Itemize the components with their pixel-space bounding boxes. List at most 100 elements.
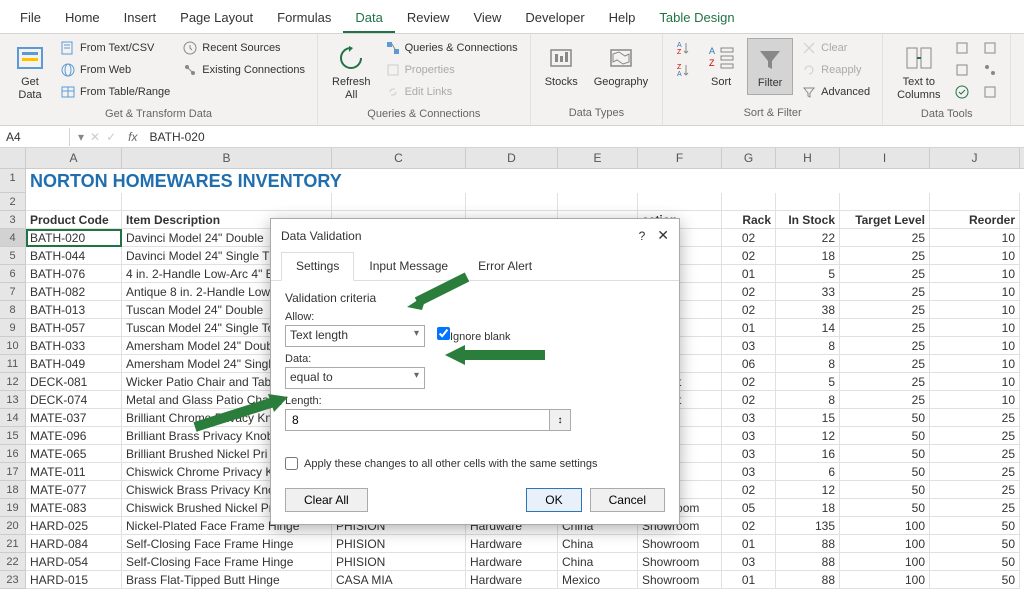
stocks-button[interactable]: Stocks [539,38,584,93]
close-icon[interactable]: ✕ [657,227,669,244]
cell[interactable]: 25 [840,265,930,283]
cell[interactable]: 25 [840,355,930,373]
cell[interactable]: Mexico [558,571,638,589]
tab-review[interactable]: Review [395,4,462,33]
cell[interactable] [638,193,722,211]
cell[interactable]: 03 [722,445,776,463]
sort-button[interactable]: AZ Sort [699,38,743,93]
column-header-cell[interactable]: Reorder [930,211,1020,229]
cell[interactable]: 22 [776,229,840,247]
cell[interactable]: 25 [930,481,1020,499]
cell[interactable]: 02 [722,247,776,265]
cell[interactable]: 25 [840,391,930,409]
cell[interactable]: Self-Closing Face Frame Hinge [122,553,332,571]
cell[interactable]: 50 [930,553,1020,571]
cancel-button[interactable]: Cancel [590,488,665,512]
cell[interactable]: PHISION [332,535,466,553]
cell[interactable]: 25 [840,283,930,301]
col-header-B[interactable]: B [122,148,332,168]
cell[interactable] [332,193,466,211]
cell[interactable]: Showroom [638,571,722,589]
cell[interactable]: 10 [930,229,1020,247]
cell[interactable]: 25 [930,499,1020,517]
column-header-cell[interactable]: In Stock [776,211,840,229]
row-header[interactable]: 4 [0,229,26,247]
cell[interactable]: BATH-076 [26,265,122,283]
cell[interactable]: BATH-049 [26,355,122,373]
cell[interactable] [776,193,840,211]
allow-dropdown[interactable]: Text length [285,325,425,347]
cell[interactable]: 50 [840,481,930,499]
row-header[interactable]: 22 [0,553,26,571]
col-header-D[interactable]: D [466,148,558,168]
cell[interactable] [930,193,1020,211]
advanced-button[interactable]: Advanced [797,82,874,102]
cell[interactable] [122,193,332,211]
dropdown-icon[interactable]: ▾ [78,130,84,144]
existing-connections-button[interactable]: Existing Connections [178,60,309,80]
col-header-G[interactable]: G [722,148,776,168]
cell[interactable]: 03 [722,427,776,445]
row-header[interactable]: 18 [0,481,26,499]
reapply-button[interactable]: Reapply [797,60,874,80]
cell[interactable]: BATH-013 [26,301,122,319]
cell[interactable]: 25 [930,445,1020,463]
range-picker-icon[interactable]: ↕ [549,409,571,431]
edit-links-button[interactable]: Edit Links [381,82,522,102]
cell[interactable]: 05 [722,499,776,517]
cell[interactable]: 02 [722,391,776,409]
relationships-button[interactable] [978,60,1002,80]
data-validation-button[interactable] [950,82,974,102]
cell[interactable]: Self-Closing Face Frame Hinge [122,535,332,553]
row-header[interactable]: 23 [0,571,26,589]
cell[interactable]: 14 [776,319,840,337]
cell[interactable]: 8 [776,355,840,373]
cell[interactable]: 25 [840,301,930,319]
text-to-columns-button[interactable]: Text to Columns [891,38,946,106]
cell[interactable]: 01 [722,535,776,553]
cell[interactable]: Showroom [638,535,722,553]
row-header[interactable]: 9 [0,319,26,337]
cell[interactable]: 50 [840,499,930,517]
row-header[interactable]: 2 [0,193,26,211]
column-header-cell[interactable]: Rack [722,211,776,229]
name-box[interactable]: A4 [0,128,70,146]
formula-input[interactable]: BATH-020 [142,128,1024,146]
cell[interactable]: 6 [776,463,840,481]
cell[interactable]: HARD-025 [26,517,122,535]
select-all-corner[interactable] [0,148,26,168]
cell[interactable] [26,193,122,211]
cell[interactable]: 03 [722,463,776,481]
cell[interactable]: MATE-083 [26,499,122,517]
row-header[interactable]: 12 [0,373,26,391]
cell[interactable]: 02 [722,517,776,535]
cell[interactable]: Hardware [466,535,558,553]
tab-table-design[interactable]: Table Design [647,4,746,33]
remove-duplicates-button[interactable] [950,60,974,80]
cell[interactable]: BATH-057 [26,319,122,337]
cell[interactable]: DECK-074 [26,391,122,409]
row-header[interactable]: 1 [0,169,26,193]
row-header[interactable]: 11 [0,355,26,373]
clear-all-button[interactable]: Clear All [285,488,368,512]
col-header-A[interactable]: A [26,148,122,168]
accept-formula-icon[interactable]: ✓ [106,130,116,144]
cell[interactable]: 10 [930,319,1020,337]
cell[interactable]: 02 [722,301,776,319]
cell[interactable]: BATH-033 [26,337,122,355]
cell[interactable]: 50 [840,409,930,427]
cell[interactable]: Hardware [466,553,558,571]
cell[interactable]: 88 [776,553,840,571]
cell[interactable]: MATE-077 [26,481,122,499]
cell[interactable]: 100 [840,535,930,553]
cell[interactable]: Hardware [466,571,558,589]
cell[interactable]: 25 [840,319,930,337]
tab-insert[interactable]: Insert [112,4,169,33]
cell[interactable]: 50 [840,445,930,463]
cell[interactable]: DECK-081 [26,373,122,391]
cell[interactable]: 10 [930,247,1020,265]
clear-button[interactable]: Clear [797,38,874,58]
ok-button[interactable]: OK [526,488,581,512]
cell[interactable]: 88 [776,535,840,553]
cell[interactable]: Brass Flat-Tipped Butt Hinge [122,571,332,589]
